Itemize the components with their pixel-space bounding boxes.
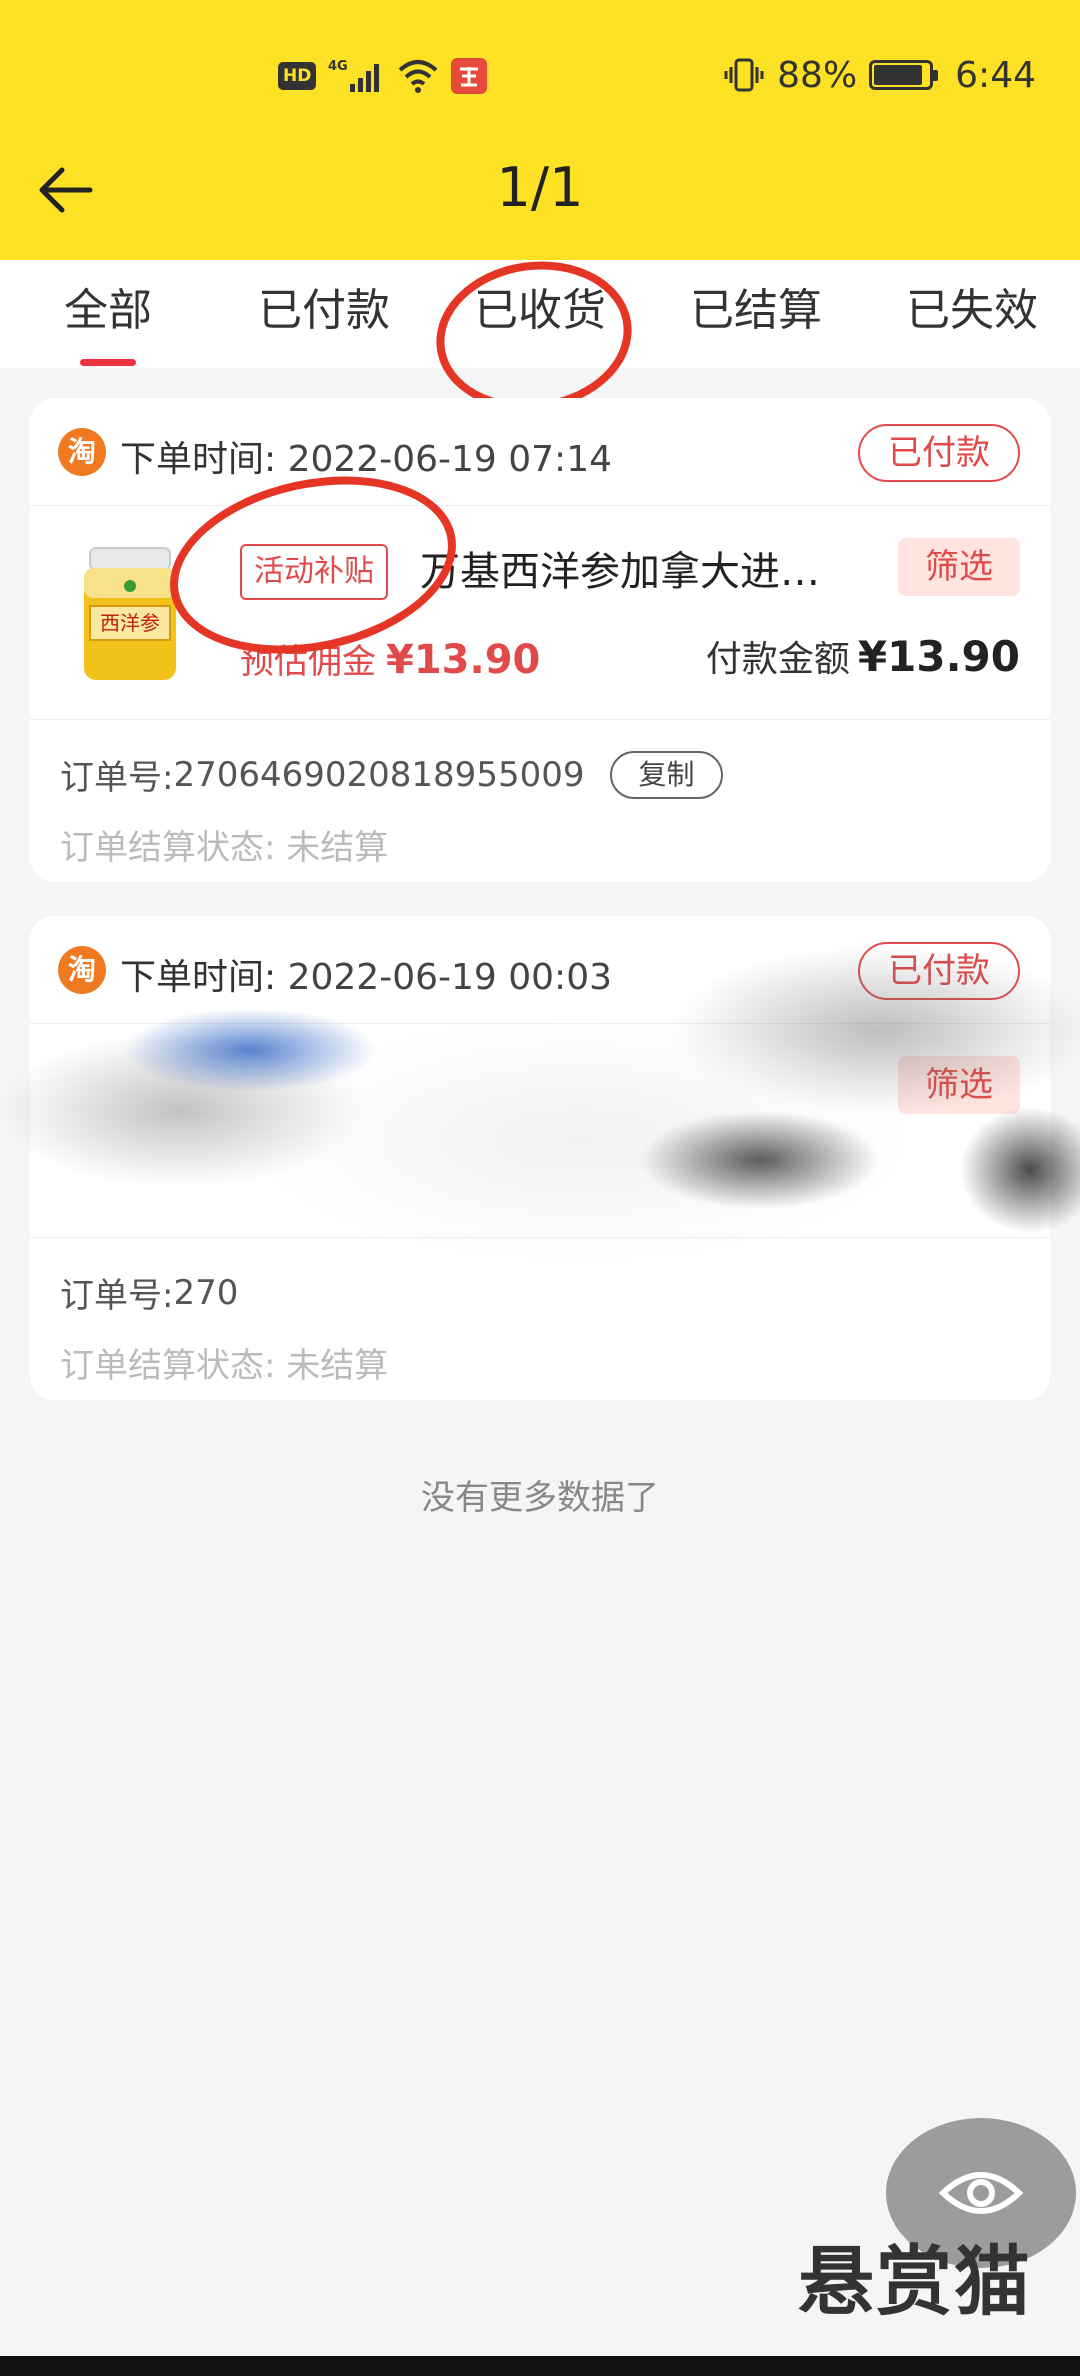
settlement-status: 订单结算状态: 未结算	[60, 1338, 388, 1387]
order-number: 订单号: 270	[60, 1268, 238, 1317]
order-number-value: 270	[173, 1272, 239, 1313]
pay-amount: 付款金额 ¥13.90	[706, 630, 1020, 682]
order-number: 订单号: 2706469020818955009 复制	[60, 750, 723, 799]
settlement-status: 订单结算状态: 未结算	[60, 820, 388, 869]
promo-tag: 活动补贴	[240, 544, 388, 600]
tab-invalid[interactable]: 已失效	[864, 260, 1080, 368]
commission-label: 预估佣金	[240, 642, 376, 682]
tab-paid[interactable]: 已付款	[216, 260, 432, 368]
order-card-body: 西洋参 活动补贴 万基西洋参加拿大进… 筛选 预估佣金 ¥13.90 付款金额 ¥1…	[30, 506, 1050, 720]
copy-button[interactable]: 复制	[610, 750, 723, 799]
status-badge: 已付款	[858, 942, 1020, 1000]
filter-button[interactable]: 筛选	[898, 538, 1020, 596]
order-number-value: 2706469020818955009	[173, 754, 585, 795]
pay-amount-label: 付款金额	[705, 639, 850, 680]
product-image-label: 西洋参	[100, 611, 160, 635]
order-card[interactable]: 淘 下单时间: 2022-06-19 00:03 已付款 筛选 订单号: 270…	[30, 916, 1050, 1400]
eye-icon	[939, 2172, 1023, 2214]
page-title: 1/1	[496, 156, 584, 219]
clock: 6:44	[955, 54, 1036, 96]
commission-amount: ¥13.90	[386, 637, 541, 683]
settlement-value: 未结算	[286, 1346, 389, 1386]
order-number-label: 订单号:	[60, 758, 174, 798]
status-badge: 已付款	[858, 424, 1020, 482]
order-time-label: 下单时间:	[120, 439, 277, 480]
product-image: 西洋参	[84, 547, 176, 680]
settlement-value: 未结算	[286, 828, 389, 868]
product-name[interactable]: 万基西洋参加拿大进…	[420, 544, 890, 600]
order-time: 下单时间: 2022-06-19 00:03	[120, 948, 612, 1000]
commission: 预估佣金 ¥13.90	[240, 634, 540, 683]
no-more-data-text: 没有更多数据了	[421, 1478, 659, 1518]
order-tabs: 全部 已付款 已收货 已结算 已失效	[0, 260, 1080, 368]
filter-button[interactable]: 筛选	[898, 1056, 1020, 1114]
taobao-icon: 淘	[58, 946, 106, 994]
order-card-body: 筛选	[30, 1024, 1050, 1238]
wifi-icon	[399, 60, 438, 93]
nav-bar: 1/1	[0, 140, 1080, 240]
order-card-footer: 订单号: 270 订单结算状态: 未结算	[30, 1238, 1050, 1400]
watermark-logo: 悬赏猫	[798, 2237, 1032, 2326]
settlement-label: 订单结算状态:	[60, 828, 276, 868]
order-card-header: 淘 下单时间: 2022-06-19 00:03 已付款	[30, 916, 1050, 1024]
app-notification-icon	[451, 58, 488, 94]
battery-percent: 88%	[777, 54, 858, 96]
status-left: HD 4G	[278, 54, 488, 98]
order-time-value: 2022-06-19 00:03	[287, 957, 612, 998]
tab-settled[interactable]: 已结算	[648, 260, 864, 368]
app-header: HD 4G 88% 6:44 1/1	[0, 0, 1080, 260]
order-time: 下单时间: 2022-06-19 07:14	[120, 430, 612, 482]
hd-badge: HD	[278, 62, 317, 90]
taobao-icon: 淘	[58, 428, 106, 476]
tab-all[interactable]: 全部	[0, 260, 216, 368]
order-card-header: 淘 下单时间: 2022-06-19 07:14 已付款	[30, 398, 1050, 506]
order-card[interactable]: 淘 下单时间: 2022-06-19 07:14 已付款 西洋参 活动补贴 万基…	[30, 398, 1050, 882]
order-time-label: 下单时间:	[120, 957, 277, 998]
signal-icon: 4G	[328, 59, 380, 92]
battery-icon	[869, 60, 939, 90]
vibrate-icon	[724, 58, 764, 92]
order-number-label: 订单号:	[60, 1276, 174, 1316]
order-time-value: 2022-06-19 07:14	[287, 439, 612, 480]
status-bar: HD 4G 88% 6:44	[0, 40, 1080, 112]
network-label: 4G	[328, 59, 348, 74]
status-right: 88% 6:44	[723, 50, 1036, 100]
tab-received[interactable]: 已收货	[432, 260, 648, 368]
settlement-label: 订单结算状态:	[60, 1346, 276, 1386]
battery-level	[874, 65, 922, 85]
order-card-footer: 订单号: 2706469020818955009 复制 订单结算状态: 未结算	[30, 720, 1050, 882]
system-nav-bar	[0, 2356, 1080, 2376]
pay-amount-value: ¥13.90	[857, 632, 1020, 681]
